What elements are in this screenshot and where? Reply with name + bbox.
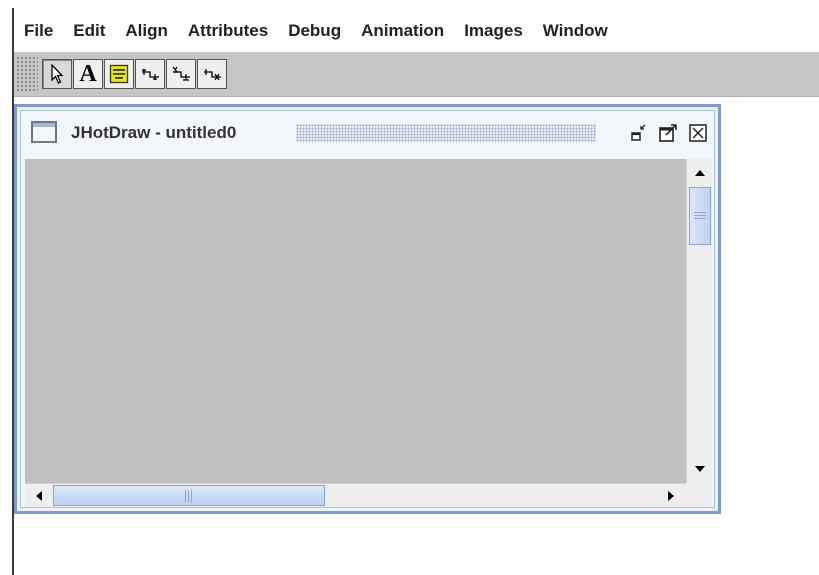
- scroll-left-button[interactable]: [27, 485, 51, 507]
- elbow-connection-tool-icon: [172, 66, 190, 81]
- horizontal-scrollbar[interactable]: [25, 483, 686, 507]
- scroll-right-button[interactable]: [659, 485, 683, 507]
- frame-window-icon[interactable]: [31, 121, 57, 143]
- internal-frame[interactable]: JHotDraw - untitled0: [14, 104, 721, 514]
- connection-tool-icon: [142, 69, 159, 80]
- close-icon: [689, 124, 707, 142]
- menu-window[interactable]: Window: [533, 12, 618, 50]
- minimize-icon: [631, 124, 646, 141]
- horizontal-scroll-thumb[interactable]: [53, 485, 325, 506]
- thumb-grip-icon: [694, 212, 706, 219]
- text-tool-button[interactable]: A: [73, 59, 103, 89]
- title-bar-texture: [296, 124, 596, 142]
- scrollbar-corner: [686, 483, 713, 507]
- text-area-tool-icon: [109, 64, 129, 84]
- menu-debug[interactable]: Debug: [278, 12, 351, 50]
- arrow-down-icon: [695, 466, 705, 472]
- vertical-scroll-thumb[interactable]: [689, 187, 711, 245]
- frame-title: JHotDraw - untitled0: [71, 123, 237, 142]
- maximize-icon: [659, 124, 677, 142]
- text-area-tool-button[interactable]: [104, 59, 134, 89]
- menu-file[interactable]: File: [14, 12, 63, 50]
- maximize-button[interactable]: [655, 120, 681, 146]
- connection-tool-button[interactable]: [135, 59, 165, 89]
- toolbar-drag-handle[interactable]: [16, 56, 38, 92]
- menu-animation[interactable]: Animation: [351, 12, 454, 50]
- menu-attributes[interactable]: Attributes: [178, 12, 278, 50]
- frame-title-bar[interactable]: JHotDraw - untitled0: [21, 111, 713, 155]
- arrow-left-icon: [36, 491, 42, 501]
- tool-bar: A: [14, 52, 819, 97]
- menu-images[interactable]: Images: [454, 12, 533, 50]
- thumb-grip-icon: [185, 489, 192, 502]
- minimize-button[interactable]: [626, 120, 652, 146]
- arrow-right-icon: [668, 491, 674, 501]
- line-connection-tool-button[interactable]: [197, 59, 227, 89]
- menu-bar: File Edit Align Attributes Debug Animati…: [14, 12, 618, 50]
- vertical-scrollbar[interactable]: [686, 159, 713, 483]
- menu-align[interactable]: Align: [115, 12, 178, 50]
- arrow-up-icon: [695, 170, 705, 176]
- menu-edit[interactable]: Edit: [63, 12, 115, 50]
- elbow-connection-tool-button[interactable]: [166, 59, 196, 89]
- application-window: File Edit Align Attributes Debug Animati…: [0, 0, 819, 575]
- line-connection-tool-icon: [204, 69, 221, 81]
- close-button[interactable]: [685, 120, 711, 146]
- text-tool-icon: A: [79, 61, 97, 87]
- drawing-canvas[interactable]: [25, 159, 686, 483]
- scroll-down-button[interactable]: [688, 458, 712, 480]
- selection-tool-button[interactable]: [42, 59, 72, 89]
- scroll-up-button[interactable]: [688, 162, 712, 184]
- selection-arrow-icon: [51, 63, 64, 84]
